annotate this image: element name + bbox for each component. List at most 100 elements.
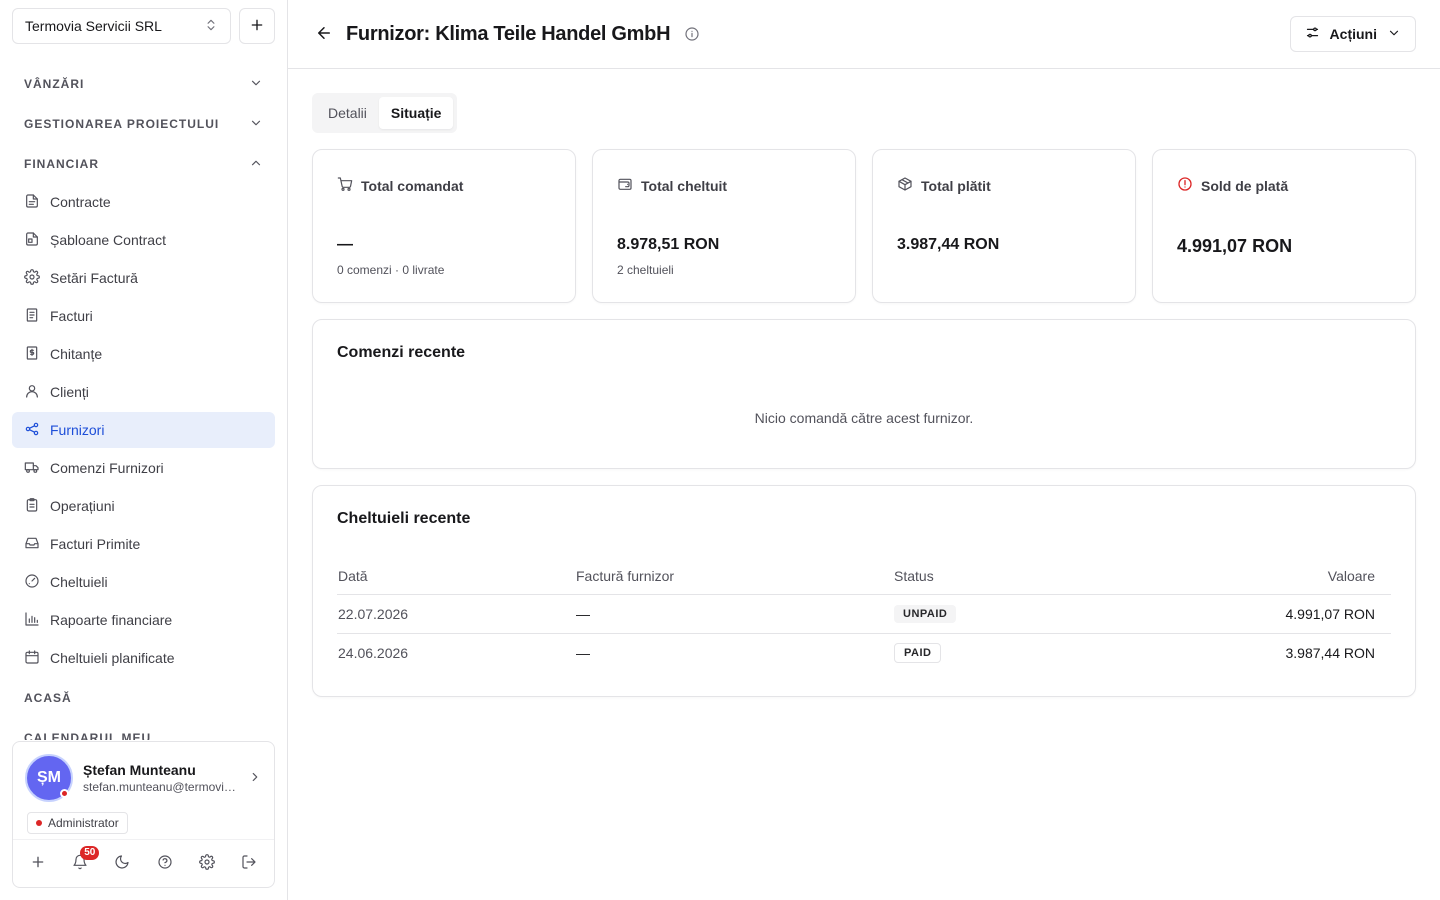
receipt-icon [24,345,40,364]
section-label: ACASĂ [24,691,72,705]
sidebar-item-operatiuni[interactable]: Operațiuni [12,488,275,524]
avatar-initials: ȘM [37,769,61,786]
status-dot [60,789,69,798]
chevron-down-icon [249,116,263,133]
cell-invoice: — [576,644,590,661]
stats-row: Total comandat — 0 comenzi · 0 livrate T… [312,149,1416,303]
expenses-table: Dată Factură furnizor Status Valoare 22.… [337,558,1391,672]
status-badge: UNPAID [894,605,957,623]
stat-header: Total comandat [337,176,551,195]
section-financiar[interactable]: FINANCIAR [12,144,275,184]
sidebar: Termovia Servicii SRL VÂNZĂRI GESTIONARE… [0,0,288,900]
table-row[interactable]: 22.07.2026 — UNPAID 4.991,07 RON [337,594,1391,634]
sidebar-item-label: Chitanțe [50,346,103,362]
chevron-down-icon [1387,26,1401,43]
stat-label: Total cheltuit [641,177,728,194]
user-info: Ștefan Munteanu stefan.munteanu@termovia… [83,762,238,794]
chevron-right-icon [248,770,262,787]
recent-expenses-panel: Cheltuieli recente Dată Factură furnizor… [312,485,1416,697]
file-text-icon [24,193,40,212]
sidebar-item-clienti[interactable]: Clienți [12,374,275,410]
sidebar-item-sabloane-contract[interactable]: Șabloane Contract [12,222,275,258]
sidebar-item-chitante[interactable]: Chitanțe [12,336,275,372]
info-icon[interactable] [684,26,700,42]
stat-card-total-comandat: Total comandat — 0 comenzi · 0 livrate [312,149,576,303]
column-header[interactable]: Valoare [1078,558,1391,595]
help-button[interactable] [149,848,181,880]
sidebar-item-furnizori[interactable]: Furnizori [12,412,275,448]
section-calendarul-meu[interactable]: CALENDARUL MEU [12,718,275,740]
section-acasa[interactable]: ACASĂ [12,678,275,718]
file-template-icon [24,231,40,250]
role-badge: Administrator [27,812,128,834]
avatar: ȘM [25,754,73,802]
sidebar-item-cheltuieli-planificate[interactable]: Cheltuieli planificate [12,640,275,676]
settings-button[interactable] [191,848,223,880]
sidebar-item-comenzi-furnizori[interactable]: Comenzi Furnizori [12,450,275,486]
notifications-button[interactable]: 50 [64,845,100,880]
invoice-icon [24,307,40,326]
sidebar-item-cheltuieli[interactable]: Cheltuieli [12,564,275,600]
sidebar-item-label: Cheltuieli [50,574,108,590]
sidebar-item-label: Cheltuieli planificate [50,650,175,666]
cell-value: 4.991,07 RON [1078,594,1391,634]
sidebar-item-label: Facturi Primite [50,536,141,552]
actions-button[interactable]: Acțiuni [1289,16,1416,52]
panel-title: Cheltuieli recente [337,510,471,527]
section-label: CALENDARUL MEU [24,731,152,740]
chevron-up-down-icon [204,18,218,35]
cell-date: 22.07.2026 [337,594,575,634]
role-label: Administrator [48,816,119,830]
recent-orders-panel: Comenzi recente Nicio comandă către aces… [312,319,1416,469]
stat-value: 3.987,44 RON [897,236,1000,253]
sidebar-item-label: Setări Factură [50,270,138,286]
stat-value: 4.991,07 RON [1177,236,1293,256]
stat-card-sold-de-plata: Sold de plată 4.991,07 RON [1152,149,1416,303]
column-header[interactable]: Status [893,558,1079,595]
plus-icon [249,17,265,36]
quick-add-button[interactable] [22,848,54,880]
status-badge: PAID [894,642,942,663]
panel-title: Comenzi recente [337,344,466,361]
table-row[interactable]: 24.06.2026 — PAID 3.987,44 RON [337,633,1391,672]
help-circle-icon [157,854,173,873]
inbox-icon [24,535,40,554]
logout-button[interactable] [233,848,265,880]
org-switcher[interactable]: Termovia Servicii SRL [12,8,231,44]
back-button[interactable] [312,22,336,46]
sidebar-item-contracte[interactable]: Contracte [12,184,275,220]
sidebar-item-label: Operațiuni [50,498,115,514]
role-dot [36,820,42,826]
gear-icon [198,854,215,873]
user-email: stefan.munteanu@termovia.ro [83,780,238,794]
truck-icon [24,459,40,478]
org-name: Termovia Servicii SRL [25,18,162,34]
chevron-up-icon [249,156,263,173]
sidebar-item-label: Facturi [50,308,93,324]
sidebar-item-setari-factura[interactable]: Setări Factură [12,260,275,296]
user-icon [24,383,40,402]
arrow-left-icon [315,24,333,45]
page-body: Detalii Situație Total comandat — 0 come… [288,69,1440,697]
column-header[interactable]: Dată [337,558,575,595]
chevron-down-icon [249,76,263,93]
section-gestionarea-proiectului[interactable]: GESTIONAREA PROIECTULUI [12,104,275,144]
tab-list: Detalii Situație [312,93,458,133]
tab-situatie[interactable]: Situație [378,97,454,129]
gauge-icon [24,573,40,592]
tab-detalii[interactable]: Detalii [316,97,379,129]
wallet-icon [617,176,633,195]
user-profile-button[interactable]: ȘM Ștefan Munteanu stefan.munteanu@termo… [25,754,262,802]
sliders-icon [1305,25,1320,43]
sidebar-item-facturi-primite[interactable]: Facturi Primite [12,526,275,562]
section-vanzari[interactable]: VÂNZĂRI [12,64,275,104]
sidebar-item-rapoarte-financiare[interactable]: Rapoarte financiare [12,602,275,638]
add-org-button[interactable] [239,8,275,44]
plus-icon [30,854,46,873]
theme-toggle-button[interactable] [106,848,138,880]
org-row: Termovia Servicii SRL [12,8,275,44]
stat-label: Sold de plată [1201,177,1289,194]
column-header[interactable]: Factură furnizor [575,558,893,595]
sidebar-item-label: Șabloane Contract [50,232,166,248]
sidebar-item-facturi[interactable]: Facturi [12,298,275,334]
